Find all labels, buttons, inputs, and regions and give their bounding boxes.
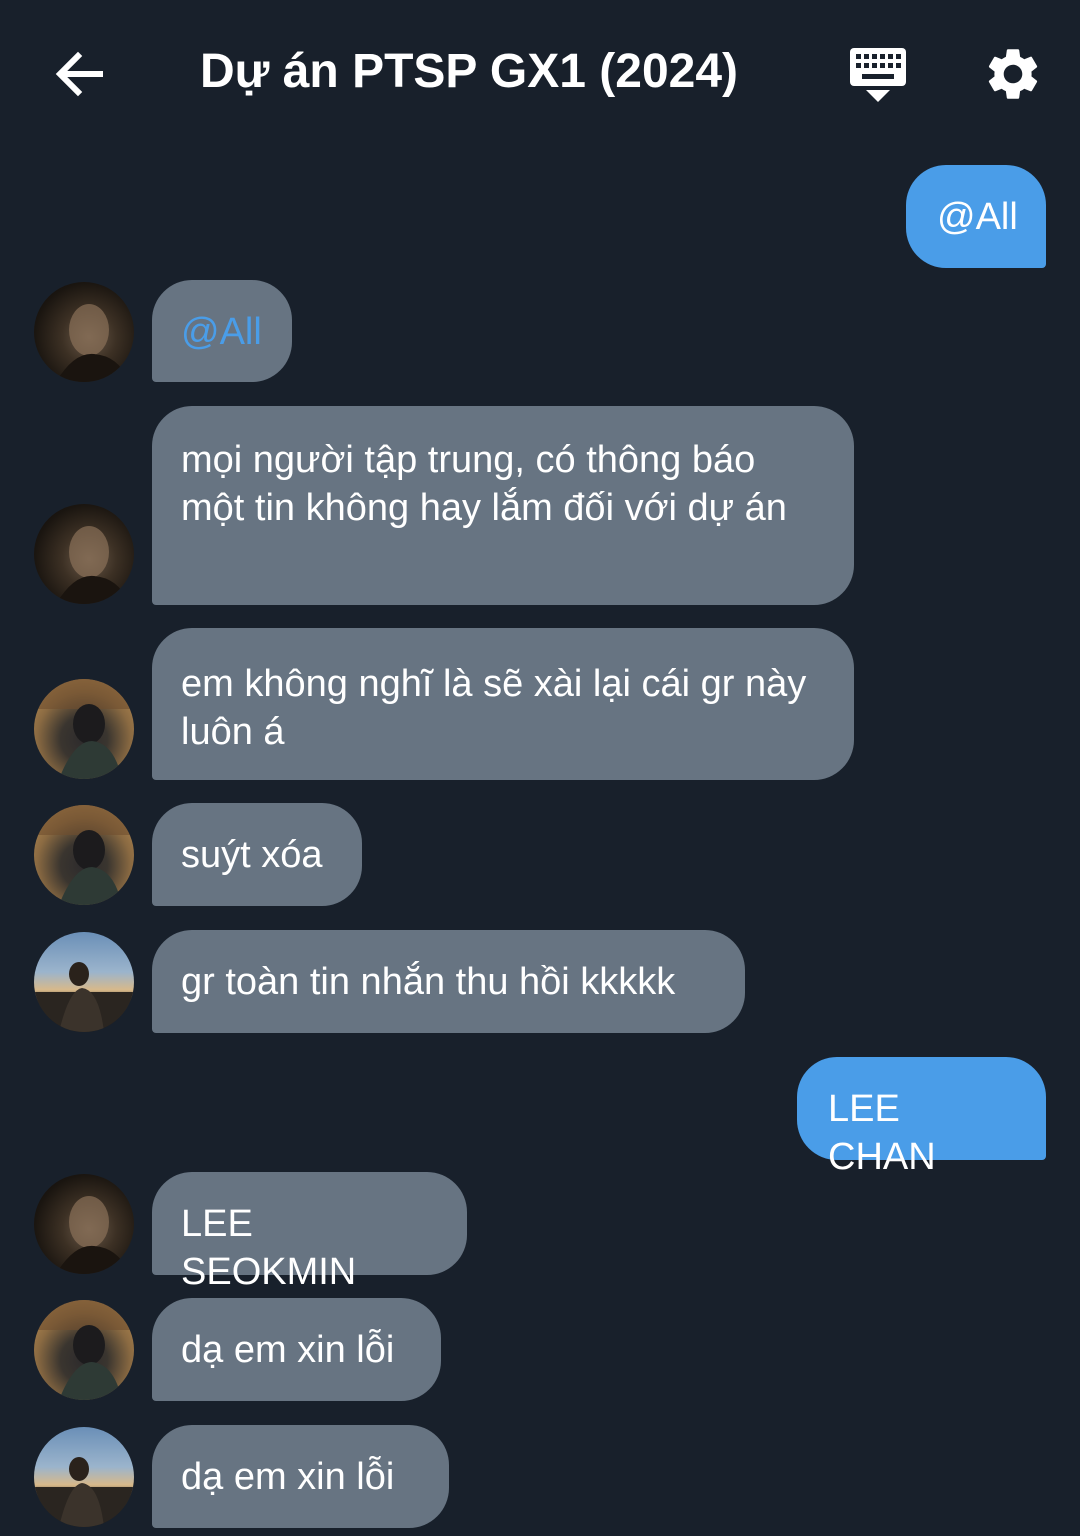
- avatar[interactable]: [34, 1174, 134, 1274]
- chat-screen: Dự án PTSP GX1 (2024) @All @All mọi ngườ…: [0, 0, 1080, 1536]
- avatar-photo-icon: [56, 1196, 129, 1274]
- avatar-photo-icon: [34, 1300, 134, 1400]
- avatar[interactable]: [34, 1427, 134, 1527]
- message-text: suýt xóa: [181, 834, 323, 876]
- message-bubble-incoming[interactable]: em không nghĩ là sẽ xài lại cái gr này l…: [152, 628, 854, 780]
- message-text: @All: [937, 196, 1018, 238]
- avatar-photo-icon: [34, 679, 134, 779]
- message-bubble-outgoing[interactable]: @All: [906, 165, 1046, 268]
- gear-icon: [988, 49, 1038, 99]
- chat-title: Dự án PTSP GX1 (2024): [0, 42, 940, 102]
- message-text: LEE CHAN: [828, 1088, 936, 1178]
- avatar-photo-icon: [34, 962, 134, 1032]
- message-text: mọi người tập trung, có thông báo một ti…: [181, 439, 787, 529]
- avatar[interactable]: [34, 504, 134, 604]
- message-text: em không nghĩ là sẽ xài lại cái gr này l…: [181, 663, 807, 753]
- message-bubble-incoming[interactable]: mọi người tập trung, có thông báo một ti…: [152, 406, 854, 605]
- avatar[interactable]: [34, 282, 134, 382]
- avatar-photo-icon: [34, 1457, 134, 1527]
- message-text: gr toàn tin nhắn thu hồi kkkkk: [181, 961, 676, 1003]
- message-bubble-outgoing[interactable]: LEE CHAN: [797, 1057, 1046, 1178]
- chat-title-text: Dự án PTSP GX1 (2024): [199, 45, 739, 98]
- message-text: dạ em xin lỗi: [181, 1329, 395, 1371]
- avatar-photo-icon: [56, 526, 129, 604]
- message-text: dạ em xin lỗi: [181, 1456, 395, 1498]
- mention-text[interactable]: @All: [181, 311, 262, 353]
- avatar[interactable]: [34, 1300, 134, 1400]
- message-bubble-incoming[interactable]: dạ em xin lỗi: [152, 1298, 441, 1401]
- chat-header: Dự án PTSP GX1 (2024): [0, 0, 1080, 145]
- keyboard-button[interactable]: [846, 44, 910, 106]
- message-bubble-incoming[interactable]: dạ em xin lỗi: [152, 1425, 449, 1528]
- keyboard-icon: [850, 48, 906, 102]
- message-bubble-incoming[interactable]: @All: [152, 280, 292, 382]
- avatar[interactable]: [34, 679, 134, 779]
- avatar-photo-icon: [34, 805, 134, 905]
- avatar[interactable]: [34, 805, 134, 905]
- message-bubble-incoming[interactable]: gr toàn tin nhắn thu hồi kkkkk: [152, 930, 745, 1033]
- message-bubble-incoming[interactable]: LEE SEOKMIN: [152, 1172, 467, 1293]
- message-text: LEE SEOKMIN: [181, 1203, 357, 1293]
- avatar-photo-icon: [56, 304, 129, 382]
- settings-button[interactable]: [982, 43, 1044, 105]
- message-bubble-incoming[interactable]: suýt xóa: [152, 803, 362, 906]
- avatar[interactable]: [34, 932, 134, 1032]
